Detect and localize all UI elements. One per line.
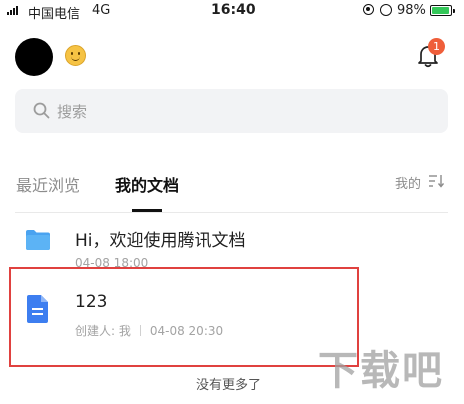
carrier-label: 中国电信 bbox=[28, 7, 81, 22]
notification-badge[interactable]: 1 bbox=[428, 38, 445, 55]
search-icon bbox=[33, 102, 50, 119]
avatar[interactable] bbox=[15, 38, 53, 76]
file-title[interactable]: Hi，欢迎使用腾讯文档 bbox=[75, 226, 246, 251]
highlight-annotation bbox=[9, 267, 359, 367]
battery-icon bbox=[430, 5, 455, 16]
folder-icon bbox=[26, 230, 50, 250]
tab-divider bbox=[15, 212, 448, 213]
status-bar: 中国电信 4G 16:40 98% bbox=[0, 0, 464, 24]
rotation-lock-icon bbox=[363, 4, 374, 15]
network-label: 4G bbox=[92, 3, 111, 18]
tab-recent[interactable]: 最近浏览 bbox=[16, 172, 80, 196]
battery-percent: 98% bbox=[397, 3, 426, 18]
signal-icon bbox=[7, 6, 18, 15]
search-placeholder: 搜索 bbox=[57, 103, 88, 121]
smiley-face-icon[interactable] bbox=[65, 45, 86, 66]
sort-icon[interactable] bbox=[428, 174, 444, 188]
alarm-icon bbox=[380, 4, 392, 16]
no-more-label: 没有更多了 bbox=[196, 378, 262, 393]
sort-filter-label[interactable]: 我的 bbox=[395, 173, 421, 192]
watermark-logo: 下载吧 bbox=[318, 348, 444, 394]
tab-my-documents[interactable]: 我的文档 bbox=[115, 172, 179, 196]
search-bar[interactable]: 搜索 bbox=[15, 89, 448, 133]
clock-time: 16:40 bbox=[211, 2, 256, 18]
